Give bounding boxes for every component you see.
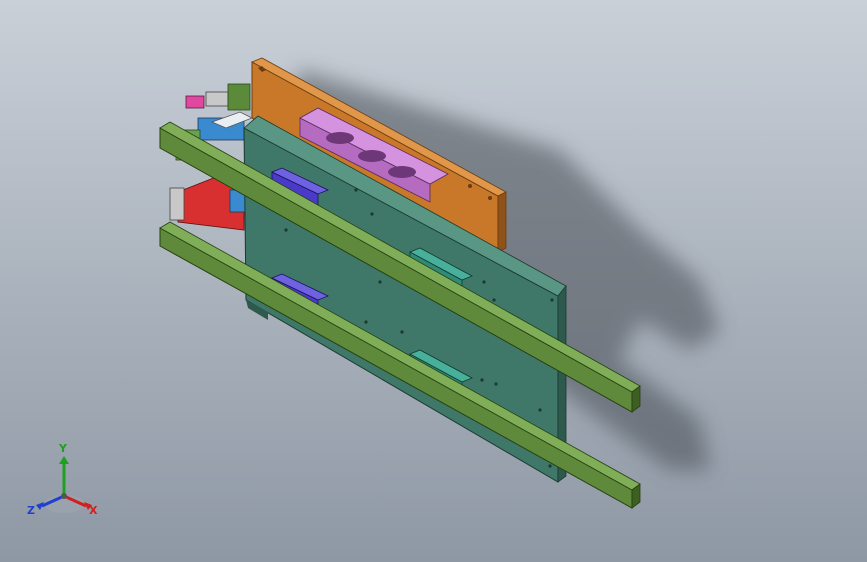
triad-y-arrow xyxy=(59,456,69,464)
triad-x-label: X xyxy=(89,504,98,517)
assembly-model[interactable] xyxy=(0,0,867,562)
axis-triad[interactable]: Y X Z xyxy=(22,442,112,528)
triad-origin xyxy=(61,493,67,499)
triad-y-label: Y xyxy=(59,442,67,455)
triad-z-label: Z xyxy=(27,504,35,517)
graphics-viewport[interactable]: Y X Z xyxy=(0,0,867,562)
